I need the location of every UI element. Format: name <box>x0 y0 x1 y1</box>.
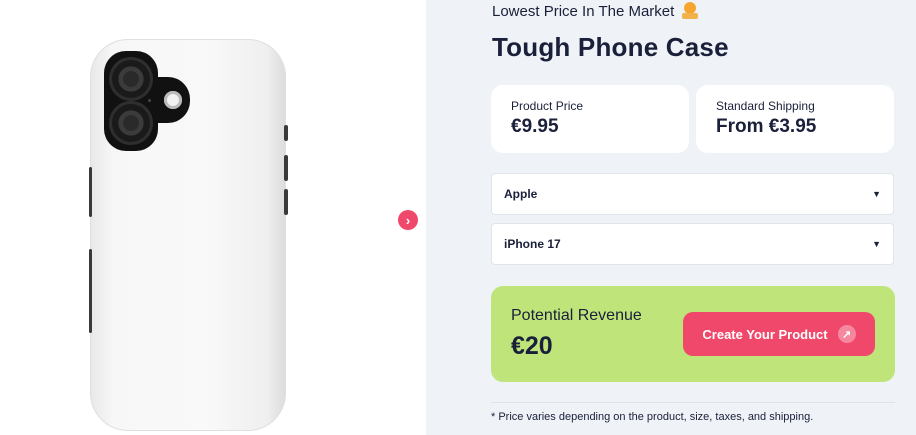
product-page: › Lowest Price In The Market Tough Phone… <box>0 0 916 435</box>
page-title: Tough Phone Case <box>492 32 729 62</box>
side-button <box>284 125 288 141</box>
model-select[interactable]: iPhone 17 ▼ <box>491 223 894 265</box>
tagline-text: Lowest Price In The Market <box>492 2 675 20</box>
shipping-value: From €3.95 <box>716 116 817 137</box>
product-gallery: › <box>0 0 426 435</box>
revenue-label: Potential Revenue <box>511 307 642 324</box>
side-button <box>284 155 288 181</box>
caret-down-icon: ▼ <box>872 239 881 249</box>
price-footnote: * Price varies depending on the product,… <box>491 411 814 423</box>
shipping-label: Standard Shipping <box>716 99 815 113</box>
product-price-value: €9.95 <box>511 116 559 137</box>
side-button <box>89 167 92 217</box>
create-product-button[interactable]: Create Your Product ↗ <box>683 312 875 356</box>
product-details-panel: Lowest Price In The Market Tough Phone C… <box>426 0 916 435</box>
brand-select[interactable]: Apple ▼ <box>491 173 894 215</box>
product-price-card: Product Price €9.95 <box>491 85 689 153</box>
product-price-label: Product Price <box>511 99 584 113</box>
caret-down-icon: ▼ <box>872 189 881 199</box>
create-product-label: Create Your Product <box>702 326 828 342</box>
side-button <box>89 249 92 333</box>
flash-icon <box>164 91 182 109</box>
side-button <box>284 189 288 215</box>
award-badge-icon <box>682 2 699 20</box>
chevron-right-icon: › <box>405 212 411 228</box>
tagline: Lowest Price In The Market <box>492 2 699 20</box>
divider <box>491 402 895 403</box>
camera-lens-icon <box>109 57 153 101</box>
shipping-price-card: Standard Shipping From €3.95 <box>696 85 894 153</box>
brand-select-value: Apple <box>504 187 538 201</box>
revenue-value: €20 <box>511 332 553 360</box>
model-select-value: iPhone 17 <box>504 237 561 251</box>
potential-revenue-card: Potential Revenue €20 Create Your Produc… <box>491 286 895 382</box>
mic-hole <box>148 99 151 102</box>
arrow-up-right-icon: ↗ <box>837 325 856 343</box>
next-image-button[interactable]: › <box>398 210 418 230</box>
product-image <box>89 39 288 431</box>
camera-lens-icon <box>109 101 153 145</box>
